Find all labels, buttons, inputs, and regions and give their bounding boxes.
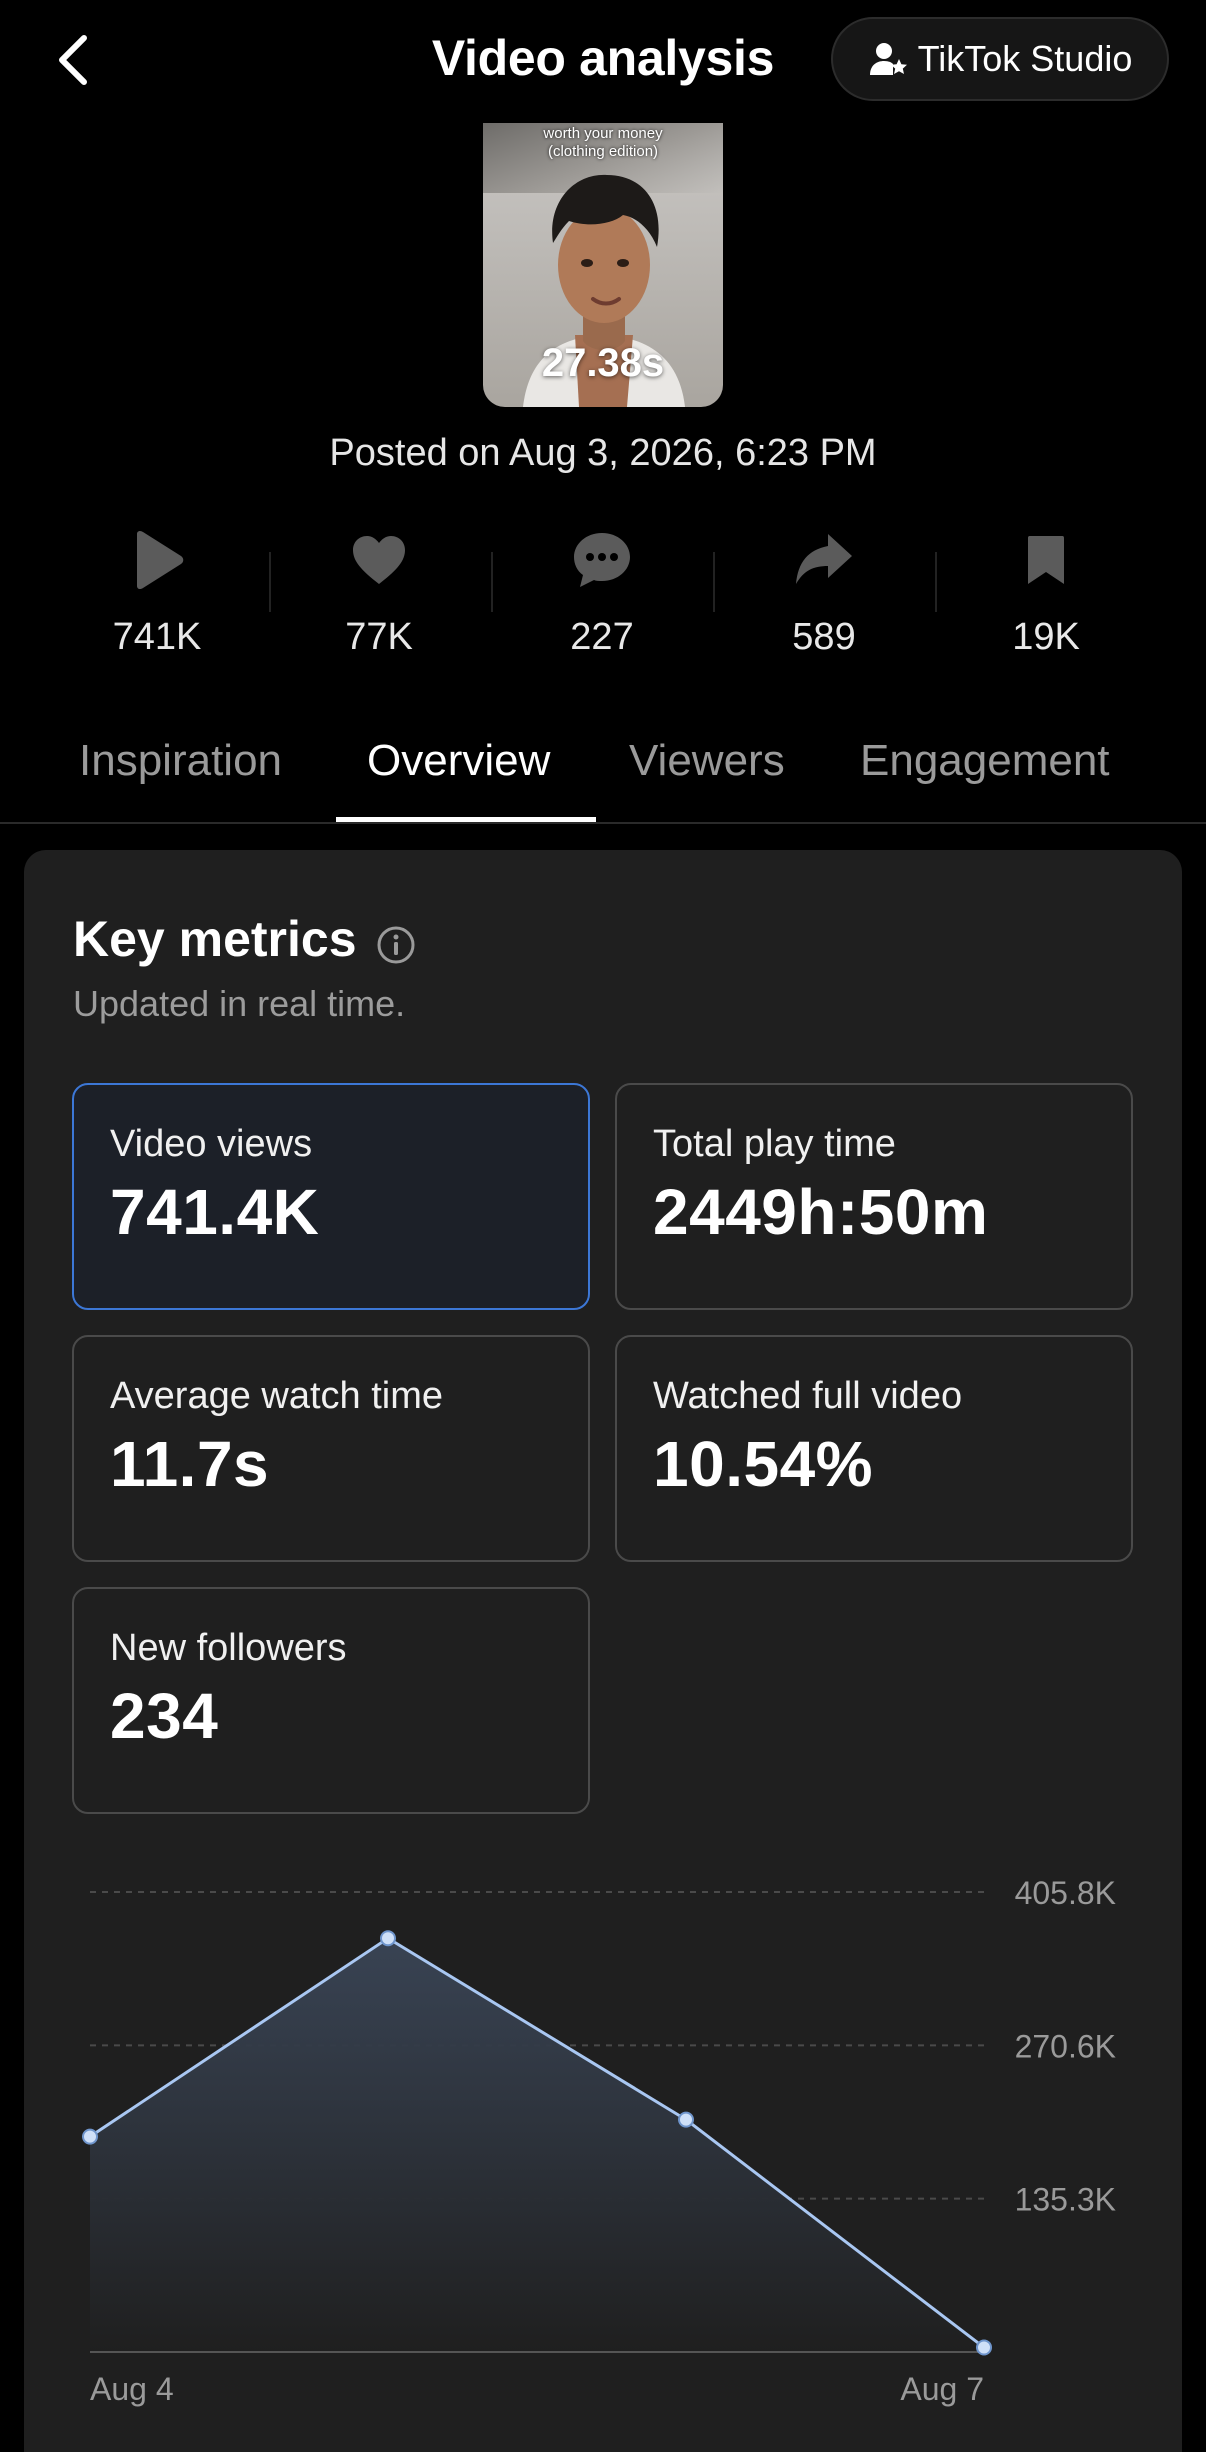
chart-data-point[interactable] xyxy=(678,2111,694,2128)
chart-x-tick-label: Aug 4 xyxy=(90,2371,174,2407)
video-analysis-screen: Video analysis TikTok Studio worth your … xyxy=(0,0,1206,2452)
chart-area-fill xyxy=(90,1938,984,2352)
chart-data-point[interactable] xyxy=(976,2339,992,2356)
chart-y-tick-label: 135.3K xyxy=(1015,2182,1116,2218)
chart-data-point[interactable] xyxy=(380,1930,396,1947)
chart-y-tick-label: 405.8K xyxy=(1015,1875,1116,1911)
video-views-chart: 405.8K 270.6K 135.3K Aug 4 Aug 7 xyxy=(82,1875,1116,2407)
chart-y-tick-label: 270.6K xyxy=(1015,2028,1116,2064)
chart-x-tick-label: Aug 7 xyxy=(900,2371,984,2407)
chart-data-point[interactable] xyxy=(82,2128,98,2145)
